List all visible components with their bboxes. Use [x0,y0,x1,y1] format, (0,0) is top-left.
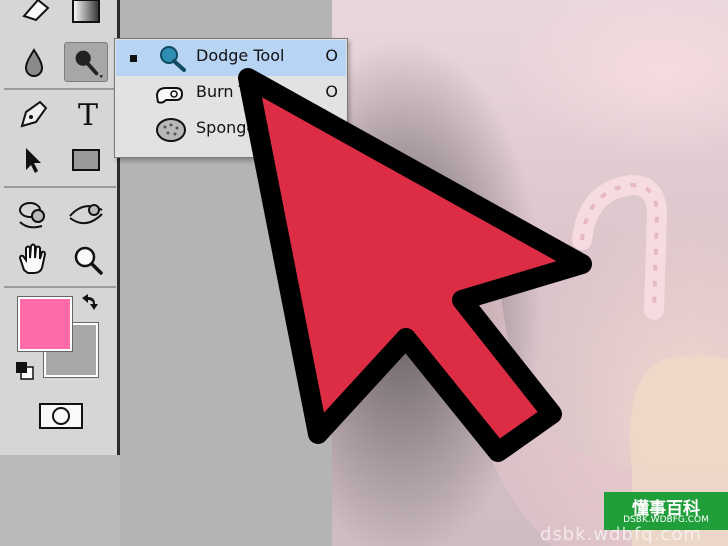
3d-orbit-tool[interactable] [64,196,108,232]
hand-icon [18,243,47,274]
quick-mask-icon [39,403,83,429]
pen-nib-icon [20,100,48,128]
zoom-icon [74,246,103,275]
sponge-icon [154,116,188,144]
zoom-tool[interactable] [70,242,106,278]
menu-item-dodge-tool[interactable]: Dodge Tool O [116,40,346,76]
hand-tool[interactable] [14,240,52,276]
photo-content [468,174,728,546]
rectangle-tool[interactable] [68,142,104,178]
dodge-icon [154,44,188,72]
dodge-tool-flyout-menu: Dodge Tool O Burn T O Sponge [114,38,348,158]
gradient-icon [72,0,100,23]
tools-panel: T [0,0,120,455]
foreground-color-swatch[interactable] [17,296,73,352]
rectangle-icon [72,149,100,171]
menu-item-burn-tool[interactable]: Burn T O [116,76,346,112]
menu-item-label: Sponge [196,118,257,137]
default-colors-icon[interactable] [14,360,36,382]
gradient-tool[interactable] [68,0,104,28]
3d-orbit-icon [69,204,103,225]
type-tool[interactable]: T [70,96,106,132]
eraser-tool[interactable] [18,0,54,26]
arrow-select-icon [26,148,41,173]
blur-tool[interactable] [16,44,52,80]
quick-mask-button[interactable] [38,402,84,430]
selected-bullet-icon [130,55,137,62]
menu-item-shortcut: O [325,46,338,65]
eraser-icon [22,0,50,22]
type-icon: T [78,98,98,132]
watermark-url: dsbk.wdbfq.com [540,524,702,545]
3d-rotate-icon [19,202,45,229]
blur-drop-icon [24,48,44,77]
burn-icon [154,80,188,108]
path-selection-tool[interactable] [16,142,52,178]
menu-item-label: Burn T [196,82,249,101]
menu-item-sponge-tool[interactable]: Sponge [116,112,346,148]
3d-rotate-tool[interactable] [14,196,54,232]
type-tool-glyph: T [78,98,98,132]
dodge-tool[interactable] [64,42,108,82]
swap-colors-icon[interactable] [78,292,100,314]
canvas-image[interactable] [332,0,728,546]
menu-item-label: Dodge Tool [196,46,285,65]
pen-tool[interactable] [16,96,52,132]
menu-item-shortcut: O [325,82,338,101]
dodge-icon [75,50,104,79]
